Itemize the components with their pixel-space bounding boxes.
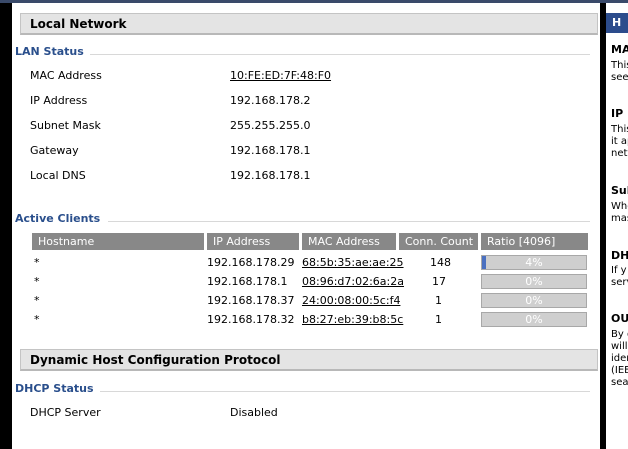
help-text: mas <box>611 213 628 224</box>
help-heading: DH <box>611 249 628 262</box>
ip-address-value: 192.168.178.2 <box>230 94 311 107</box>
client-ratio-bar: 0% <box>481 293 587 308</box>
client-mac-link[interactable]: 08:96:d7:02:6a:2a <box>302 275 404 288</box>
help-text: This <box>611 60 628 71</box>
fieldset-rule <box>72 54 590 55</box>
subnet-mask-label: Subnet Mask <box>30 119 101 132</box>
help-text: will <box>611 341 628 352</box>
fieldset-rule <box>108 221 590 222</box>
client-ip: 192.168.178.32 <box>207 313 295 326</box>
dhcp-server-value: Disabled <box>230 406 278 419</box>
main-panel: Local Network LAN Status MAC Address 10:… <box>12 3 600 449</box>
client-ratio-bar: 0% <box>481 274 587 289</box>
mac-address-link[interactable]: 10:FE:ED:7F:48:F0 <box>230 69 331 82</box>
client-ratio-bar: 0% <box>481 312 587 327</box>
client-ratio-bar: 4% <box>481 255 587 270</box>
help-text: (IEE <box>611 365 628 376</box>
help-sidebar: H MA This see IP . This it ap netv Sub W… <box>606 3 628 449</box>
help-text: iden <box>611 353 628 364</box>
help-text: see <box>611 72 628 83</box>
client-conn-count: 1 <box>435 294 442 307</box>
section-title: Local Network <box>30 17 127 31</box>
lan-status-legend: LAN Status <box>15 45 90 58</box>
col-header-ip[interactable]: IP Address <box>207 233 299 250</box>
help-heading: MA <box>611 43 628 56</box>
col-header-conn-count[interactable]: Conn. Count <box>399 233 478 250</box>
mac-address-label: MAC Address <box>30 69 102 82</box>
ratio-label: 0% <box>525 275 543 288</box>
help-heading: Sub <box>611 184 628 197</box>
local-dns-label: Local DNS <box>30 169 86 182</box>
help-text: serv <box>611 277 628 288</box>
client-mac-link[interactable]: b8:27:eb:39:b8:5c <box>302 313 403 326</box>
help-text: If y <box>611 265 627 276</box>
help-text: By d <box>611 329 628 340</box>
help-text: netv <box>611 148 628 159</box>
ratio-label: 4% <box>525 256 543 269</box>
client-mac-link[interactable]: 24:00:08:00:5c:f4 <box>302 294 400 307</box>
client-hostname: * <box>34 275 40 288</box>
client-mac-link[interactable]: 68:5b:35:ae:ae:25 <box>302 256 404 269</box>
client-ip: 192.168.178.29 <box>207 256 295 269</box>
ip-address-label: IP Address <box>30 94 88 107</box>
ratio-label: 0% <box>525 294 543 307</box>
help-heading: IP . <box>611 107 628 120</box>
gateway-value: 192.168.178.1 <box>230 144 311 157</box>
col-header-mac[interactable]: MAC Address <box>302 233 396 250</box>
client-hostname: * <box>34 294 40 307</box>
help-heading: OU <box>611 312 628 325</box>
help-title: H <box>606 13 628 33</box>
client-ip: 192.168.178.37 <box>207 294 295 307</box>
client-hostname: * <box>34 256 40 269</box>
col-header-hostname[interactable]: Hostname <box>32 233 204 250</box>
subnet-mask-value: 255.255.255.0 <box>230 119 311 132</box>
gateway-label: Gateway <box>30 144 79 157</box>
client-conn-count: 148 <box>430 256 451 269</box>
section-title: Dynamic Host Configuration Protocol <box>30 353 281 367</box>
section-header-local-network: Local Network <box>20 13 598 35</box>
help-text: sea <box>611 377 628 388</box>
col-header-ratio[interactable]: Ratio [4096] <box>481 233 588 250</box>
dhcp-server-label: DHCP Server <box>30 406 101 419</box>
active-clients-legend: Active Clients <box>15 212 107 225</box>
fieldset-rule <box>96 391 590 392</box>
section-header-dhcp: Dynamic Host Configuration Protocol <box>20 349 598 371</box>
client-ip: 192.168.178.1 <box>207 275 288 288</box>
client-conn-count: 1 <box>435 313 442 326</box>
client-conn-count: 17 <box>432 275 446 288</box>
help-text: This <box>611 124 628 135</box>
help-text: Whe <box>611 201 628 212</box>
ratio-label: 0% <box>525 313 543 326</box>
local-dns-value: 192.168.178.1 <box>230 169 311 182</box>
client-hostname: * <box>34 313 40 326</box>
help-text: it ap <box>611 136 628 147</box>
dhcp-status-legend: DHCP Status <box>15 382 100 395</box>
